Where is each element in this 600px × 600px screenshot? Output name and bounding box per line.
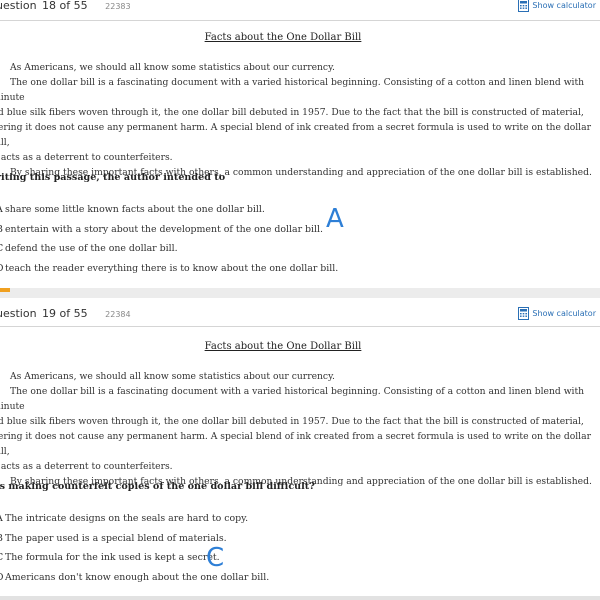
header-divider — [0, 20, 600, 21]
passage-line: h acts as a deterrent to counterfeiters. — [0, 461, 173, 472]
handwritten-answer-mark: C — [206, 543, 225, 573]
passage-line: dering it does not cause any permanent h… — [0, 431, 591, 457]
passage-line: As Americans, we should all know some st… — [10, 62, 335, 73]
answer-choice-b[interactable]: Bentertain with a story about the develo… — [0, 224, 338, 244]
handwritten-answer-mark: A — [326, 204, 344, 234]
answer-choices: AThe intricate designs on the seals are … — [0, 513, 269, 591]
passage: As Americans, we should all know some st… — [0, 60, 592, 180]
choice-text: The formula for the ink used is kept a s… — [5, 552, 220, 563]
answer-choice-c[interactable]: Cdefend the use of the one dollar bill. — [0, 243, 338, 263]
calculator-icon — [518, 307, 530, 320]
answer-choice-b[interactable]: BThe paper used is a special blend of ma… — [0, 533, 269, 553]
question-number: uestion 19 of 55 22384 — [0, 307, 131, 320]
passage-line: The one dollar bill is a fascinating doc… — [0, 77, 585, 103]
question-prompt: is making counterfeit copies of the one … — [0, 481, 315, 492]
passage-line: nd blue silk fibers woven through it, th… — [0, 416, 584, 427]
answer-choice-d[interactable]: Dteach the reader everything there is to… — [0, 263, 338, 283]
question-number: uestion 18 of 55 22383 — [0, 0, 131, 12]
choice-text: entertain with a story about the develop… — [5, 223, 324, 235]
answer-choices: Ashare some little known facts about the… — [0, 204, 338, 282]
choice-text: teach the reader everything there is to … — [5, 262, 339, 274]
passage-line: nd blue silk fibers woven through it, th… — [0, 107, 584, 118]
question-id: 22383 — [105, 2, 131, 11]
question-label: uestion — [0, 307, 37, 320]
calculator-label: Show calculator — [532, 1, 596, 10]
choice-text: defend the use of the one dollar bill. — [5, 243, 178, 254]
answer-choice-a[interactable]: Ashare some little known facts about the… — [0, 204, 338, 224]
choice-text: share some little known facts about the … — [5, 204, 265, 215]
choice-text: The intricate designs on the seals are h… — [5, 513, 249, 524]
show-calculator-button[interactable]: Show calculator — [518, 307, 596, 320]
progress-tick — [0, 288, 10, 292]
passage-line: h acts as a deterrent to counterfeiters. — [0, 152, 173, 163]
choice-text: The paper used is a special blend of mat… — [5, 532, 227, 544]
show-calculator-button[interactable]: Show calculator — [518, 0, 596, 12]
question-header: uestion 18 of 55 22383 Show calculator — [0, 0, 600, 22]
passage: As Americans, we should all know some st… — [0, 369, 592, 489]
question-label: uestion — [0, 0, 37, 12]
question-prompt: riting this passage, the author intended… — [0, 172, 226, 183]
question-panel-19: uestion 19 of 55 22384 Show calculator F… — [0, 298, 600, 600]
answer-choice-a[interactable]: AThe intricate designs on the seals are … — [0, 513, 269, 533]
question-count: 18 of 55 — [42, 0, 88, 12]
answer-choice-d[interactable]: DAmericans don't know enough about the o… — [0, 572, 269, 592]
question-count: 19 of 55 — [42, 307, 88, 320]
passage-line: dering it does not cause any permanent h… — [0, 122, 591, 148]
passage-title: Facts about the One Dollar Bill — [204, 32, 362, 43]
passage-title: Facts about the One Dollar Bill — [204, 341, 362, 352]
choice-text: Americans don't know enough about the on… — [5, 571, 270, 583]
calculator-icon — [518, 0, 530, 12]
passage-line: The one dollar bill is a fascinating doc… — [0, 386, 585, 412]
section-divider — [0, 288, 600, 298]
question-panel-18: uestion 18 of 55 22383 Show calculator F… — [0, 0, 600, 288]
header-divider — [0, 326, 600, 327]
passage-line: As Americans, we should all know some st… — [10, 371, 335, 382]
calculator-label: Show calculator — [532, 309, 596, 318]
question-id: 22384 — [105, 310, 131, 319]
bottom-bar — [0, 596, 600, 600]
answer-choice-c[interactable]: CThe formula for the ink used is kept a … — [0, 552, 269, 572]
